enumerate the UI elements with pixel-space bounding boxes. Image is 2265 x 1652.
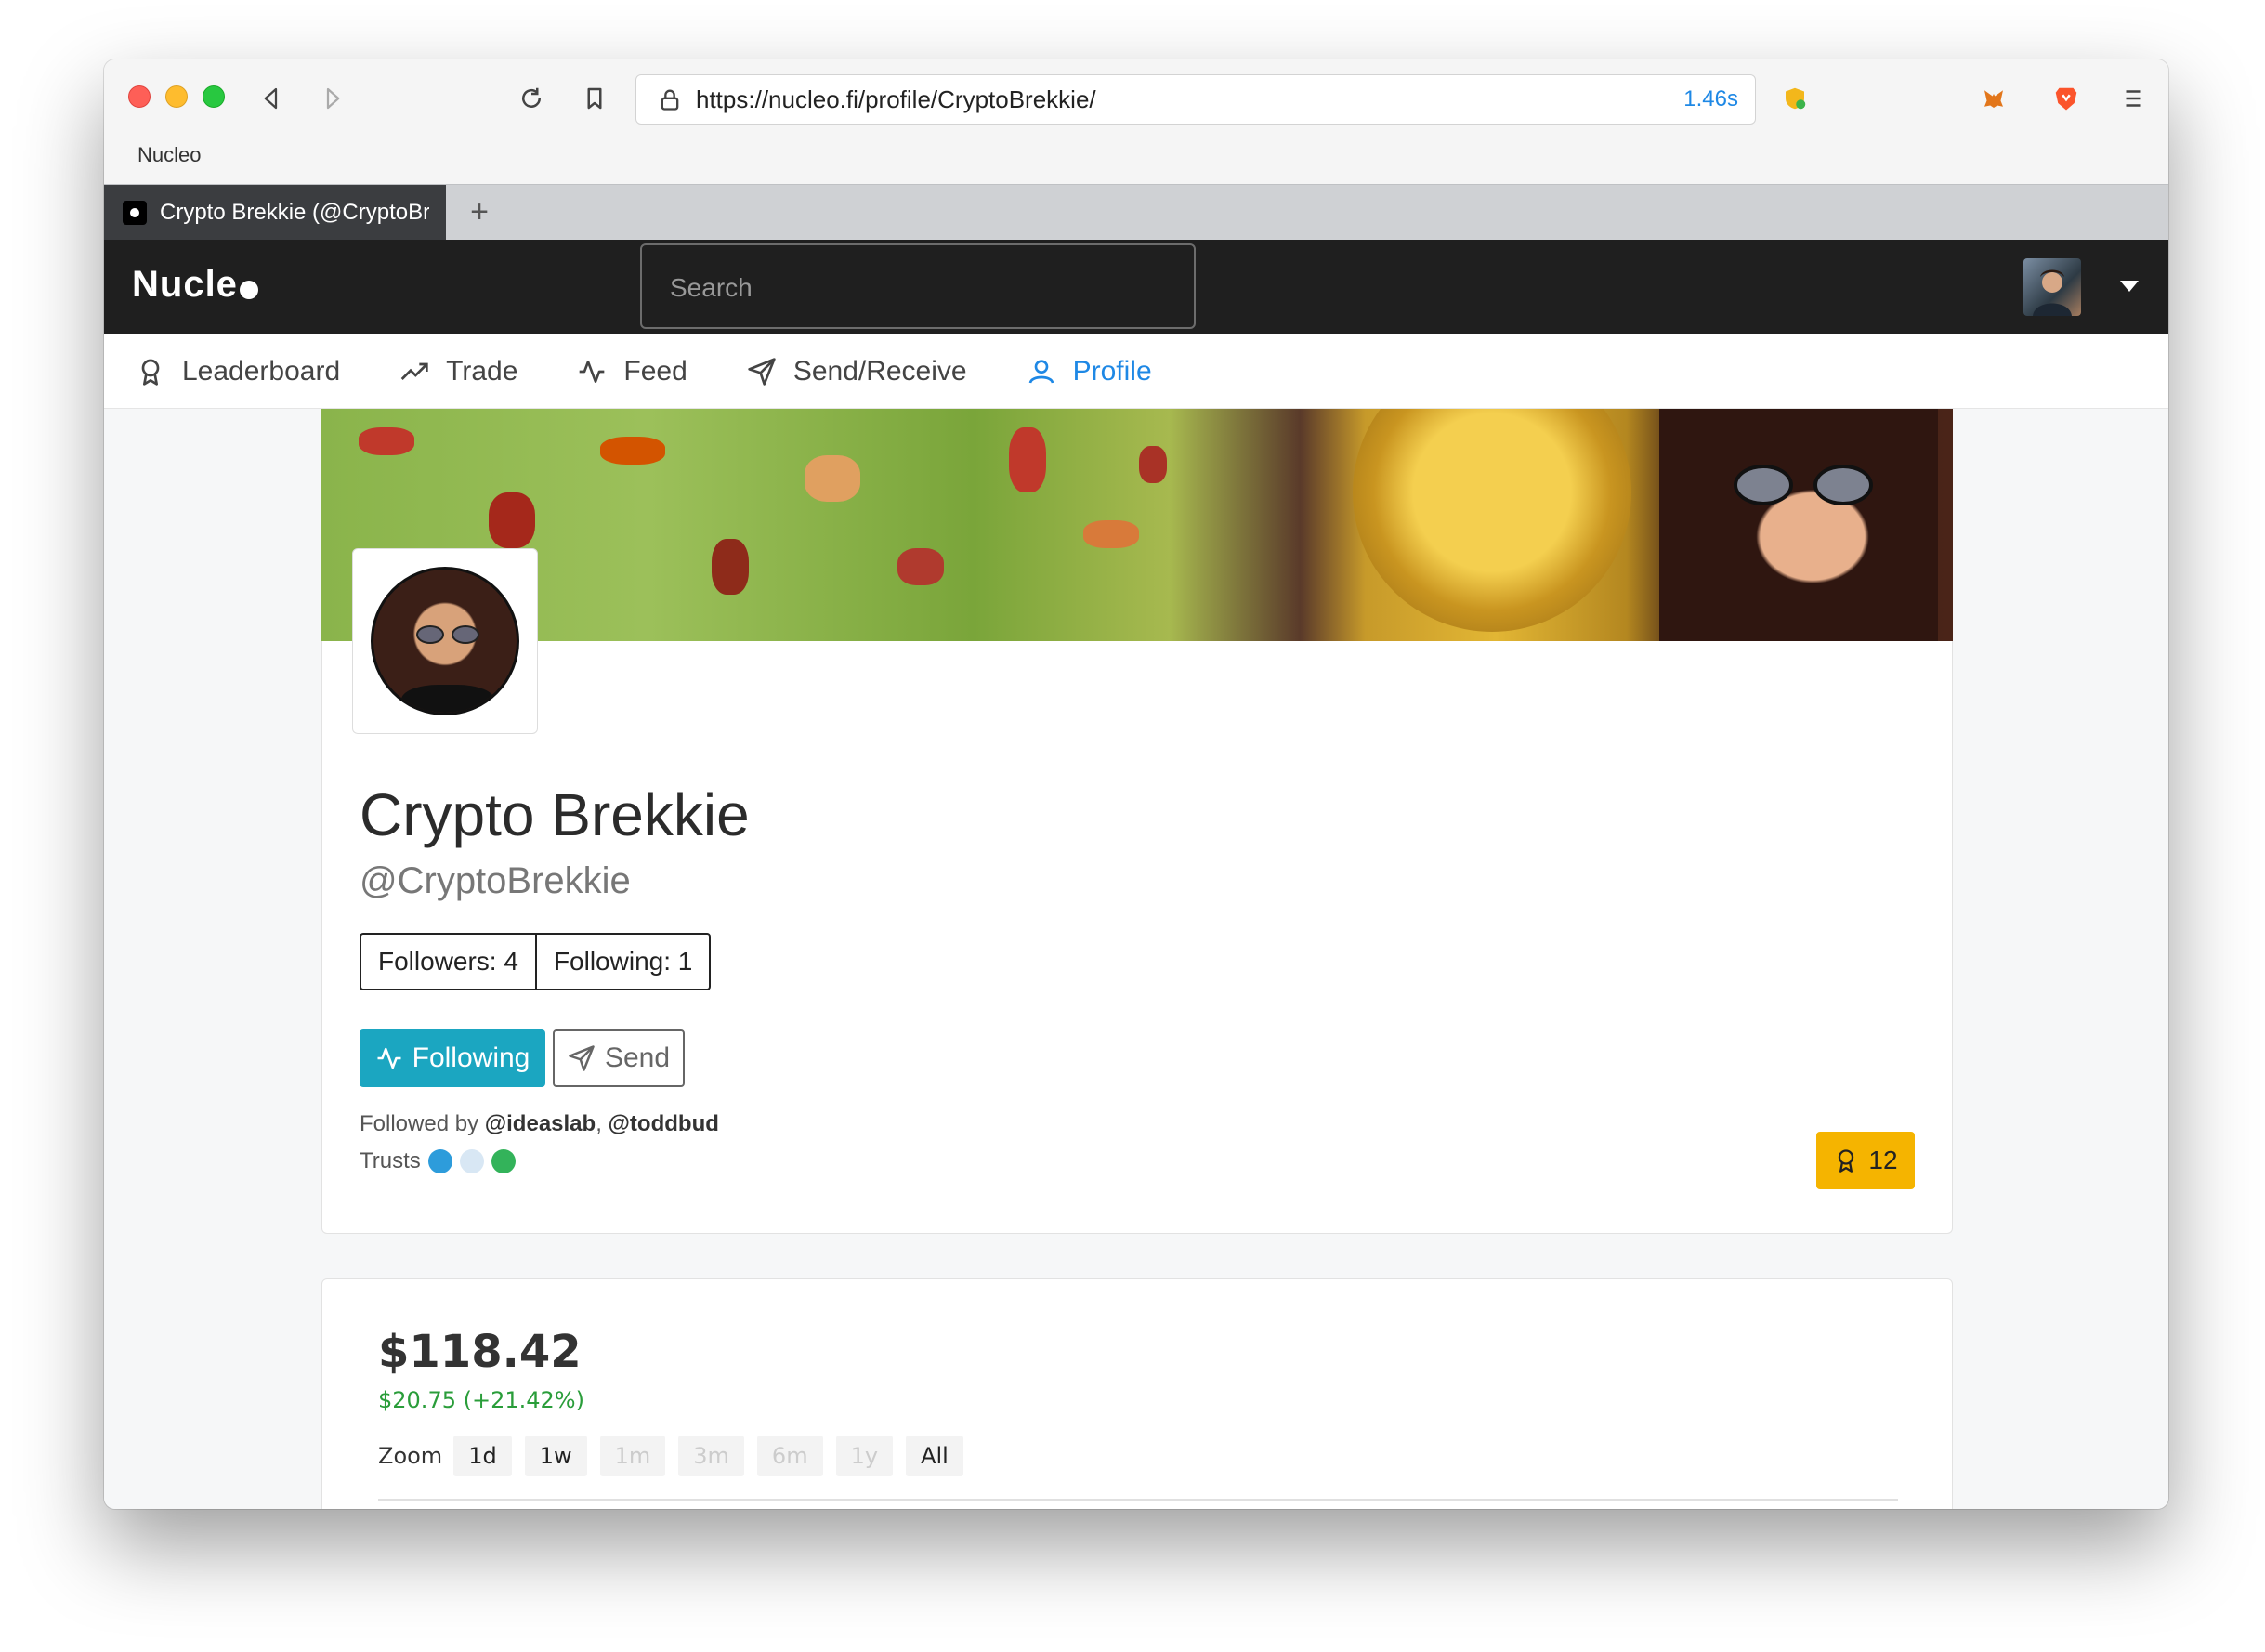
browser-toolbar: https://nucleo.fi/profile/CryptoBrekkie/… — [104, 59, 2168, 184]
following-count[interactable]: Following: 1 — [534, 935, 709, 989]
activity-icon — [377, 1047, 401, 1069]
user-avatar[interactable] — [2023, 258, 2081, 316]
main-nav: Leaderboard Trade Feed Send/Receive Prof… — [104, 334, 2168, 409]
bookmark-nucleo[interactable]: Nucleo — [137, 143, 201, 167]
followed-by: Followed by @ideaslab, @toddbud — [360, 1111, 719, 1137]
nucleo-logo[interactable]: Nucle — [132, 264, 258, 306]
brave-lion-icon[interactable] — [2048, 80, 2085, 117]
nav-profile-label: Profile — [1072, 355, 1152, 387]
rank-value: 12 — [1868, 1146, 1898, 1174]
zoom-6m[interactable]: 6m — [756, 1436, 823, 1476]
trusts-label: Trusts — [360, 1148, 421, 1173]
url-text: https://nucleo.fi/profile/CryptoBrekkie/ — [696, 85, 1096, 113]
zoom-3m[interactable]: 3m — [678, 1436, 744, 1476]
favicon-icon — [123, 201, 147, 225]
trusts-row: Trusts — [360, 1148, 516, 1174]
profile-handle: @CryptoBrekkie — [360, 860, 631, 901]
zoom-controls: Zoom 1d 1w 1m 3m 6m 1y All — [378, 1436, 976, 1476]
nav-feed[interactable]: Feed — [577, 356, 687, 387]
zoom-1d[interactable]: 1d — [453, 1436, 512, 1476]
shield-icon[interactable] — [1776, 80, 1813, 117]
zoom-all[interactable]: All — [906, 1436, 963, 1476]
nav-trade[interactable]: Trade — [399, 356, 517, 387]
activity-icon — [580, 360, 605, 383]
follower-link-toddbud[interactable]: @toddbud — [609, 1111, 719, 1136]
zoom-1y[interactable]: 1y — [835, 1436, 894, 1476]
send-icon — [569, 1045, 595, 1071]
token-icon-1[interactable] — [427, 1149, 452, 1173]
menu-icon[interactable] — [2114, 80, 2152, 117]
tab-strip: Crypto Brekkie (@CryptoBrekkie) + — [104, 184, 2168, 241]
tab-active[interactable]: Crypto Brekkie (@CryptoBrekkie) — [104, 185, 446, 241]
nav-feed-label: Feed — [623, 355, 687, 387]
load-time: 1.46s — [1683, 86, 1738, 111]
zoom-label: Zoom — [378, 1443, 443, 1469]
address-bar[interactable]: https://nucleo.fi/profile/CryptoBrekkie/… — [635, 74, 1756, 125]
browser-window: https://nucleo.fi/profile/CryptoBrekkie/… — [104, 59, 2168, 1509]
tab-title: Crypto Brekkie (@CryptoBrekkie) — [160, 200, 429, 225]
profile-photo — [352, 548, 538, 734]
followed-by-label: Followed by — [360, 1111, 479, 1136]
lock-icon — [661, 89, 679, 111]
nav-profile[interactable]: Profile — [1027, 356, 1152, 387]
chart-divider — [378, 1499, 1898, 1501]
follow-stats: Followers: 4 Following: 1 — [360, 933, 712, 990]
nav-leaderboard[interactable]: Leaderboard — [136, 356, 340, 387]
forward-icon[interactable] — [314, 80, 351, 117]
app-header: Nucle Search — [104, 240, 2168, 334]
nav-send-receive[interactable]: Send/Receive — [747, 356, 967, 387]
rank-badge[interactable]: 12 — [1816, 1132, 1915, 1189]
portfolio-balance: $118.42 — [378, 1326, 582, 1378]
nav-trade-label: Trade — [446, 355, 518, 387]
award-icon — [1839, 1149, 1854, 1173]
nav-leaderboard-label: Leaderboard — [182, 355, 341, 387]
back-icon[interactable] — [253, 80, 290, 117]
send-button[interactable]: Send — [553, 1029, 685, 1087]
token-icon-3[interactable] — [491, 1149, 516, 1173]
follower-link-ideaslab[interactable]: @ideaslab — [485, 1111, 596, 1136]
minimize-window-button[interactable] — [165, 85, 188, 108]
bookmark-icon[interactable] — [576, 80, 613, 117]
profile-banner — [321, 409, 1953, 641]
search-input[interactable]: Search — [640, 243, 1196, 329]
logo-dot — [239, 280, 258, 299]
reload-icon[interactable] — [513, 80, 550, 117]
chevron-down-icon[interactable] — [2120, 281, 2139, 292]
profile-card: Crypto Brekkie @CryptoBrekkie Followers:… — [321, 409, 1953, 1234]
trending-up-icon — [400, 362, 428, 380]
send-icon — [748, 357, 776, 386]
followed-by-separator: , — [596, 1111, 602, 1136]
zoom-1m[interactable]: 1m — [599, 1436, 666, 1476]
send-button-label: Send — [604, 1042, 671, 1073]
logo-text: Nucle — [132, 264, 238, 305]
close-window-button[interactable] — [128, 85, 151, 108]
user-icon — [1028, 359, 1054, 384]
zoom-window-button[interactable] — [203, 85, 225, 108]
portfolio-change: $20.75 (+21.42%) — [378, 1387, 584, 1413]
page-content: Crypto Brekkie @CryptoBrekkie Followers:… — [104, 409, 2168, 1509]
token-icon-2[interactable] — [459, 1149, 484, 1173]
metamask-fox-icon[interactable] — [1975, 80, 2012, 117]
zoom-1w[interactable]: 1w — [524, 1436, 587, 1476]
profile-name: Crypto Brekkie — [360, 781, 750, 848]
award-icon — [141, 359, 160, 386]
new-tab-button[interactable]: + — [461, 194, 498, 230]
portfolio-card: $118.42 $20.75 (+21.42%) Zoom 1d 1w 1m 3… — [321, 1278, 1953, 1509]
nav-send-receive-label: Send/Receive — [792, 355, 967, 387]
following-button[interactable]: Following — [360, 1029, 545, 1087]
followers-count[interactable]: Followers: 4 — [361, 935, 535, 989]
following-button-label: Following — [412, 1042, 530, 1073]
